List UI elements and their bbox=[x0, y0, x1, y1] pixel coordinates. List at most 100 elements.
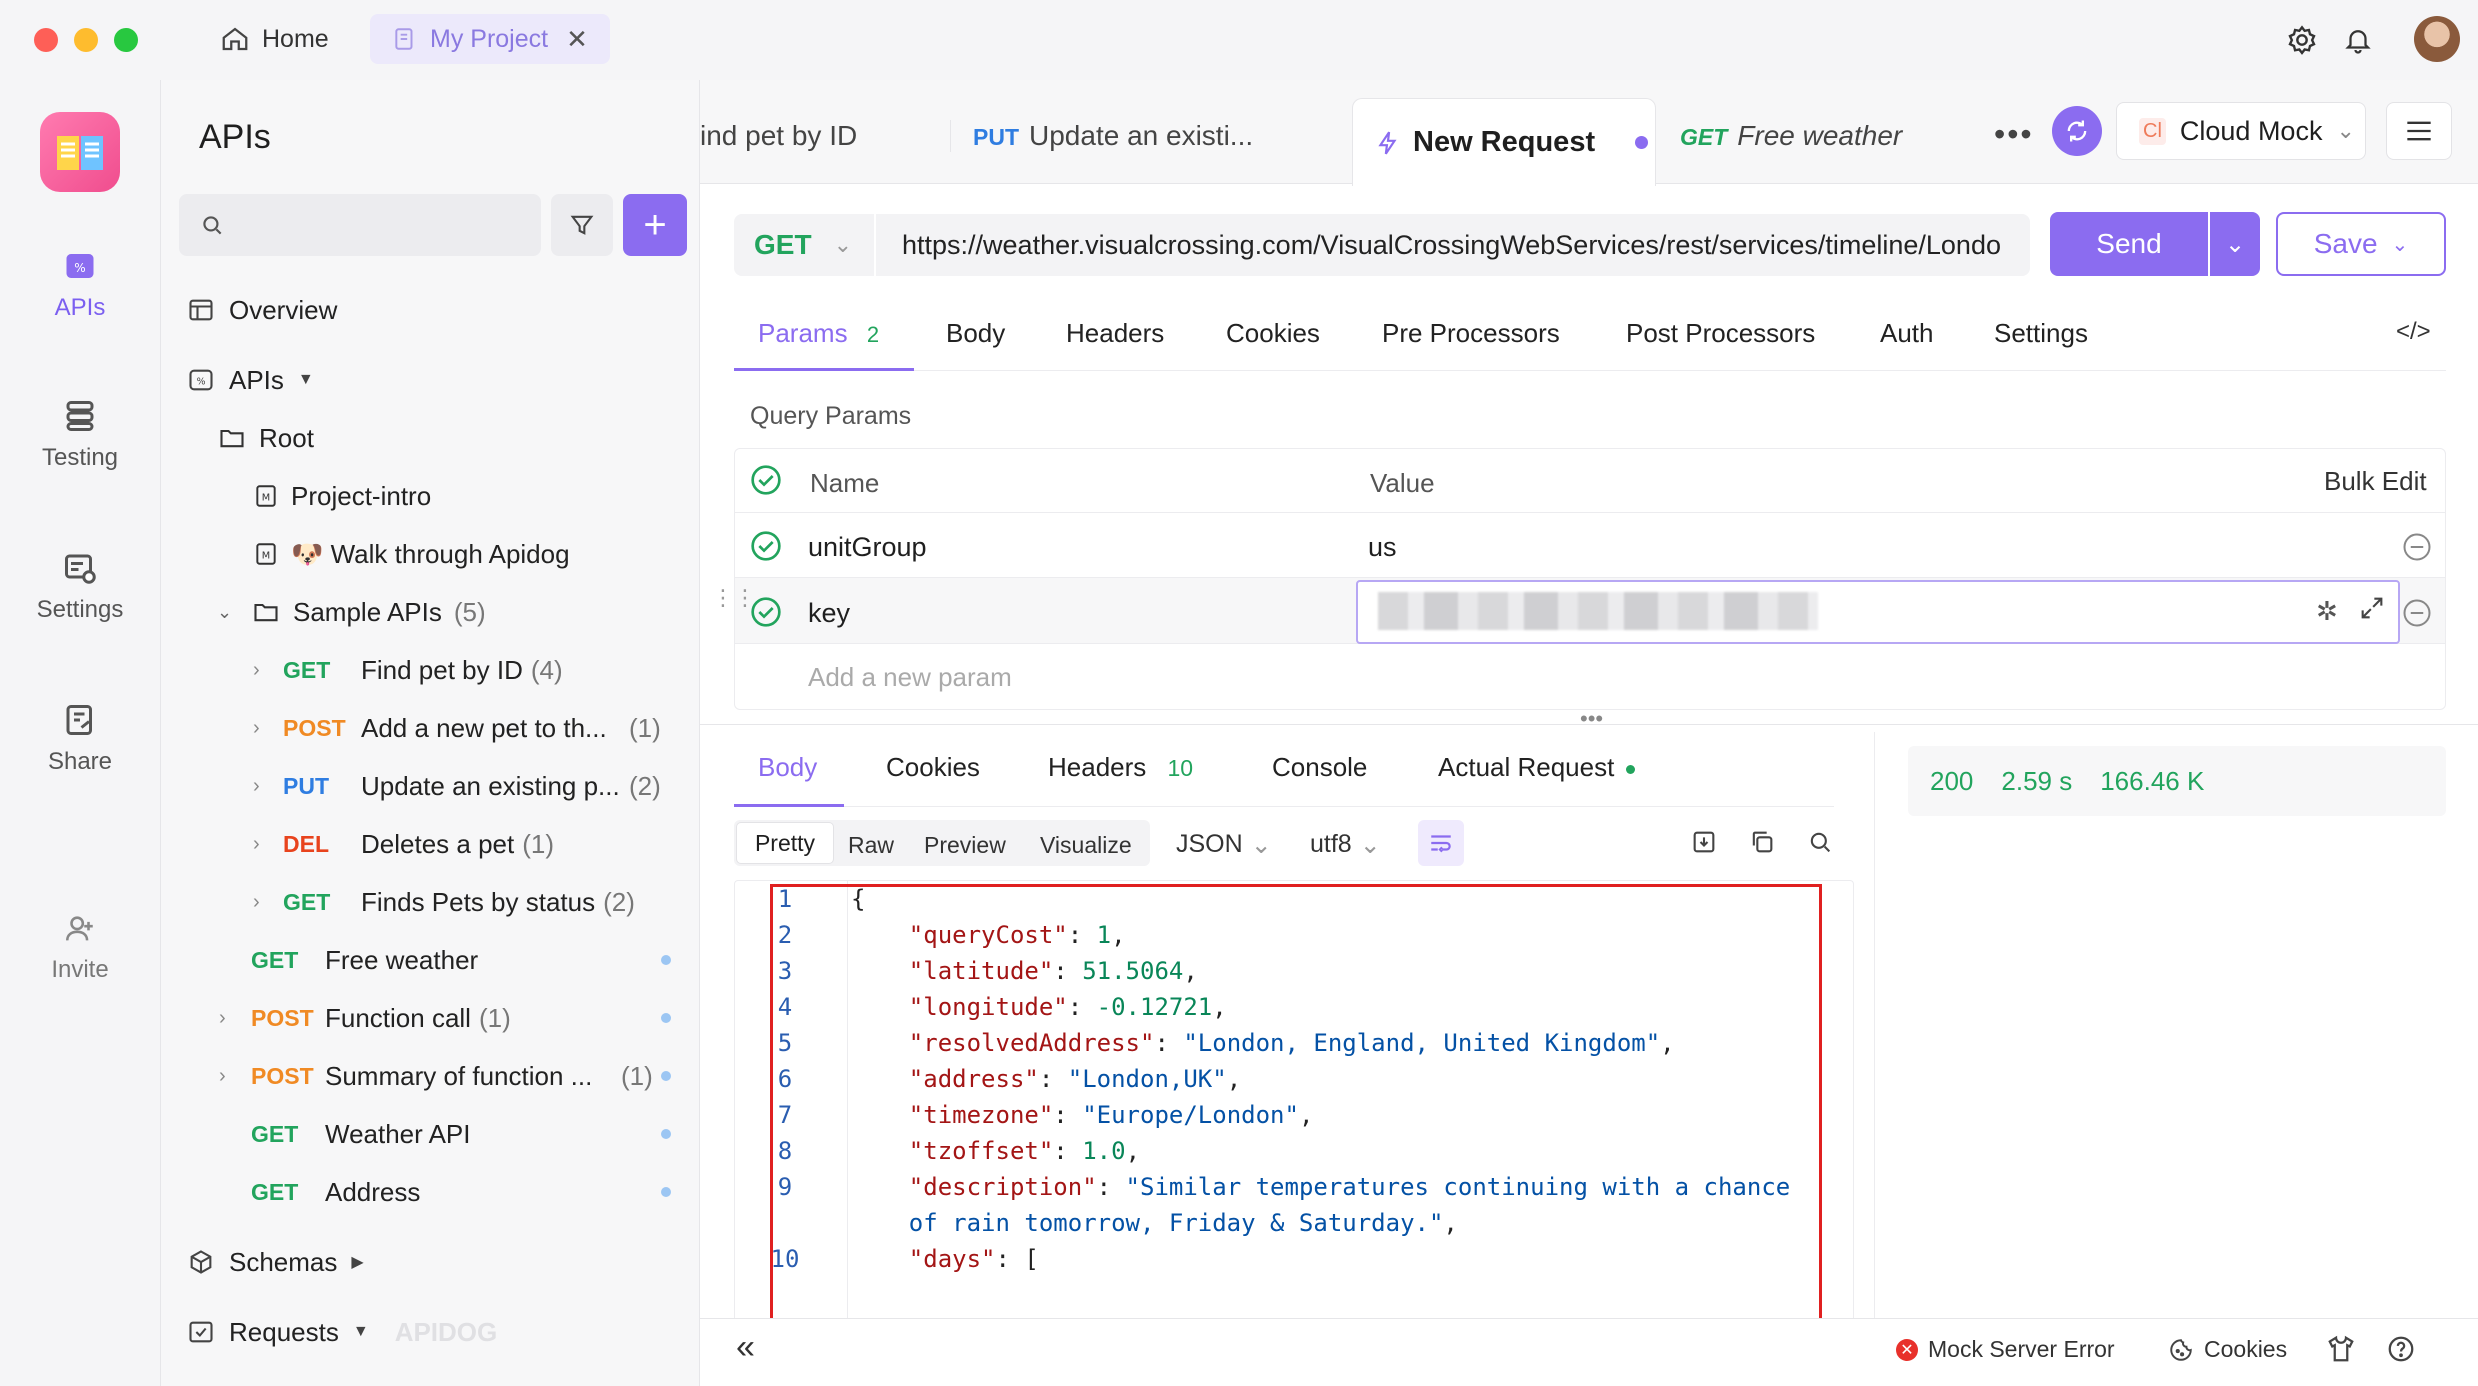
footer-cookies-button[interactable]: Cookies bbox=[2168, 1336, 2287, 1363]
sidebar-endpoint-find-pet[interactable]: › GET Find pet by ID (4) bbox=[253, 646, 673, 694]
param-value-input[interactable]: ✲ bbox=[1356, 580, 2400, 644]
sidebar-doc-project-intro[interactable]: M Project-intro bbox=[253, 472, 431, 520]
tab-my-project[interactable]: My Project ✕ bbox=[370, 14, 610, 64]
tab-params[interactable]: Params 2 bbox=[758, 318, 879, 349]
response-tab-body[interactable]: Body bbox=[758, 752, 817, 783]
response-tab-headers[interactable]: Headers 10 bbox=[1048, 752, 1193, 783]
sidebar-item-root[interactable]: Root bbox=[217, 414, 314, 462]
sidebar-folder-sample-apis[interactable]: ⌄ Sample APIs (5) bbox=[217, 588, 486, 636]
collapse-sidebar-icon[interactable]: « bbox=[736, 1328, 755, 1367]
send-options-button[interactable]: ⌄ bbox=[2210, 212, 2260, 276]
help-icon[interactable] bbox=[2386, 1334, 2416, 1369]
url-input[interactable]: https://weather.visualcrossing.com/Visua… bbox=[876, 214, 2030, 276]
request-tab-free-weather[interactable]: GET Free weather bbox=[1680, 120, 1902, 152]
tab-auth[interactable]: Auth bbox=[1880, 318, 1934, 349]
request-tab-find-pet[interactable]: ind pet by ID bbox=[700, 120, 857, 152]
param-checkbox[interactable] bbox=[750, 530, 782, 567]
rail-item-settings[interactable]: Settings bbox=[0, 550, 160, 624]
view-mode-pretty[interactable]: Pretty bbox=[736, 822, 834, 864]
bell-icon[interactable] bbox=[2338, 20, 2378, 60]
sidebar-item-requests[interactable]: Requests ▼ APIDOG bbox=[187, 1308, 497, 1356]
sidebar-endpoint-delete-pet[interactable]: › DEL Deletes a pet (1) bbox=[253, 820, 673, 868]
request-tab-update[interactable]: PUT Update an existi... bbox=[950, 120, 1253, 152]
rail-item-share[interactable]: Share bbox=[0, 702, 160, 776]
chevron-right-icon[interactable]: › bbox=[219, 1065, 226, 1088]
sidebar-doc-walkthrough[interactable]: M 🐶 Walk through Apidog bbox=[253, 530, 570, 578]
close-window-button[interactable] bbox=[34, 28, 58, 52]
response-tab-actual-request[interactable]: Actual Request bbox=[1438, 752, 1635, 783]
sidebar-endpoint-add-pet[interactable]: › POST Add a new pet to th... (1) bbox=[253, 704, 673, 752]
param-name[interactable]: key bbox=[808, 598, 850, 629]
magic-wand-icon[interactable]: ✲ bbox=[2316, 596, 2338, 627]
response-tab-console[interactable]: Console bbox=[1272, 752, 1367, 783]
sidebar-endpoint-find-by-status[interactable]: › GET Finds Pets by status (2) bbox=[253, 878, 673, 926]
tab-post-processors[interactable]: Post Processors bbox=[1626, 318, 1815, 349]
minimize-window-button[interactable] bbox=[74, 28, 98, 52]
param-value[interactable]: us bbox=[1368, 532, 1397, 563]
send-button[interactable]: Send bbox=[2050, 212, 2208, 276]
splitter-grip-icon[interactable]: ••• bbox=[1580, 706, 1603, 732]
expand-icon[interactable] bbox=[2358, 594, 2386, 627]
view-mode-preview[interactable]: Preview bbox=[924, 832, 1006, 859]
avatar[interactable] bbox=[2414, 16, 2460, 62]
sync-button[interactable] bbox=[2052, 106, 2102, 156]
wrap-toggle-button[interactable] bbox=[1418, 820, 1464, 866]
request-tab-new-request[interactable]: New Request bbox=[1352, 98, 1656, 186]
copy-icon[interactable] bbox=[1748, 828, 1776, 861]
sidebar-endpoint-summary[interactable]: › POST Summary of function ... (1) bbox=[219, 1052, 671, 1100]
remove-param-icon[interactable] bbox=[2402, 532, 2432, 567]
sidebar-endpoint-weather-api[interactable]: GET Weather API bbox=[251, 1110, 671, 1158]
sidebar-endpoint-function-call[interactable]: › POST Function call (1) bbox=[219, 994, 671, 1042]
rail-item-invite[interactable]: Invite bbox=[0, 912, 160, 984]
add-button[interactable]: + bbox=[623, 194, 687, 256]
encoding-select[interactable]: utf8 ⌄ bbox=[1310, 830, 1381, 860]
tab-body[interactable]: Body bbox=[946, 318, 1005, 349]
chevron-right-icon[interactable]: › bbox=[219, 1007, 226, 1030]
param-checkbox[interactable] bbox=[750, 596, 782, 633]
bulk-edit-button[interactable]: Bulk Edit bbox=[2324, 466, 2427, 497]
search-input[interactable] bbox=[237, 211, 517, 239]
param-name[interactable]: unitGroup bbox=[808, 532, 927, 563]
select-all-checkbox[interactable] bbox=[750, 464, 782, 501]
caret-down-icon[interactable]: ▼ bbox=[298, 371, 314, 389]
remove-param-icon[interactable] bbox=[2402, 598, 2432, 633]
code-view-icon[interactable]: </> bbox=[2396, 318, 2431, 346]
shirt-icon[interactable] bbox=[2326, 1334, 2356, 1369]
tab-home[interactable]: Home bbox=[198, 14, 351, 64]
sidebar-endpoint-update-pet[interactable]: › PUT Update an existing p... (2) bbox=[253, 762, 673, 810]
caret-right-icon[interactable]: ▶ bbox=[351, 1252, 363, 1272]
chevron-right-icon[interactable]: › bbox=[253, 891, 260, 914]
gear-icon[interactable] bbox=[2282, 20, 2322, 60]
search-response-icon[interactable] bbox=[1806, 828, 1834, 861]
sidebar-endpoint-address[interactable]: GET Address bbox=[251, 1168, 671, 1216]
chevron-down-icon[interactable]: ⌄ bbox=[217, 602, 239, 623]
chevron-right-icon[interactable]: › bbox=[253, 775, 260, 798]
view-mode-raw[interactable]: Raw bbox=[848, 832, 894, 859]
sidebar-item-overview[interactable]: Overview bbox=[187, 286, 337, 334]
method-select[interactable]: GET ⌄ bbox=[734, 214, 874, 276]
environment-select[interactable]: Cl Cloud Mock ⌄ bbox=[2116, 102, 2366, 160]
download-icon[interactable] bbox=[1690, 828, 1718, 861]
view-mode-visualize[interactable]: Visualize bbox=[1040, 832, 1132, 859]
tab-headers[interactable]: Headers bbox=[1066, 318, 1164, 349]
menu-button[interactable] bbox=[2386, 102, 2452, 160]
filter-button[interactable] bbox=[551, 194, 613, 256]
project-logo[interactable] bbox=[40, 112, 120, 192]
search-input-wrapper[interactable] bbox=[179, 194, 541, 256]
save-button[interactable]: Save ⌄ bbox=[2276, 212, 2446, 276]
add-param-input[interactable]: Add a new param bbox=[808, 662, 1012, 693]
tab-cookies[interactable]: Cookies bbox=[1226, 318, 1320, 349]
more-tabs-icon[interactable]: ••• bbox=[1994, 116, 2034, 153]
chevron-right-icon[interactable]: › bbox=[253, 833, 260, 856]
sidebar-item-apis[interactable]: % APIs ▼ bbox=[187, 356, 314, 404]
close-tab-icon[interactable]: ✕ bbox=[566, 24, 588, 55]
tab-pre-processors[interactable]: Pre Processors bbox=[1382, 318, 1560, 349]
format-select[interactable]: JSON ⌄ bbox=[1176, 830, 1272, 860]
chevron-right-icon[interactable]: › bbox=[253, 717, 260, 740]
mock-server-status[interactable]: ✕ Mock Server Error bbox=[1896, 1336, 2115, 1363]
sidebar-item-schemas[interactable]: Schemas ▶ bbox=[187, 1238, 364, 1286]
rail-item-apis[interactable]: % APIs bbox=[0, 248, 160, 322]
caret-down-icon[interactable]: ▼ bbox=[353, 1323, 369, 1341]
chevron-right-icon[interactable]: › bbox=[253, 659, 260, 682]
sidebar-endpoint-free-weather[interactable]: GET Free weather bbox=[251, 936, 671, 984]
